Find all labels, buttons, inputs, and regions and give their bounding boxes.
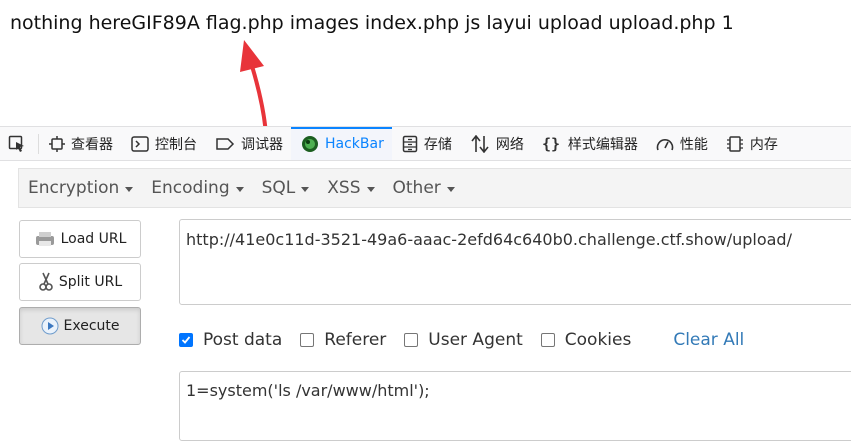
hackbar-icon [302, 135, 318, 152]
caret-down-icon [125, 186, 134, 192]
load-url-button[interactable]: Load URL [19, 220, 141, 258]
cookies-checkbox[interactable] [540, 333, 555, 347]
menu-xss[interactable]: XSS [318, 178, 383, 198]
arrow-shaft [250, 64, 268, 136]
tab-debugger[interactable]: 调试器 [205, 127, 291, 160]
inspector-icon [49, 135, 65, 152]
url-input[interactable]: http://41e0c11d-3521-49a6-aaac-2efd64c64… [179, 219, 851, 305]
performance-icon [656, 138, 674, 150]
referer-label: Referer [324, 330, 387, 350]
element-picker-button[interactable] [0, 133, 39, 154]
clear-all-link[interactable]: Clear All [673, 330, 744, 350]
split-url-label: Split URL [58, 274, 123, 290]
check-icon [181, 336, 191, 344]
tab-memory[interactable]: 内存 [716, 127, 786, 160]
user-agent-label: User Agent [428, 330, 523, 350]
user-agent-option[interactable]: User Agent [404, 330, 523, 350]
execute-label: Execute [63, 318, 120, 334]
tab-label: 控制台 [155, 136, 197, 153]
tab-performance[interactable]: 性能 [646, 127, 716, 160]
tab-label: HackBar [325, 135, 384, 152]
hackbar-menu: Encryption Encoding SQL XSS Other [18, 168, 851, 208]
menu-other[interactable]: Other [384, 178, 464, 198]
post-data-input[interactable]: 1=system('ls /var/www/html'); [179, 371, 851, 441]
arrow-head [240, 40, 264, 72]
tab-label: 性能 [679, 136, 708, 153]
tab-style-editor[interactable]: {} 样式编辑器 [532, 127, 646, 160]
tab-label: 样式编辑器 [567, 136, 638, 153]
cookies-option[interactable]: Cookies [540, 330, 632, 350]
memory-icon [726, 135, 743, 152]
post-data-checkbox[interactable] [179, 333, 193, 347]
caret-down-icon [366, 186, 375, 192]
post-data-option[interactable]: Post data [179, 330, 282, 350]
tab-label: 内存 [749, 136, 778, 153]
menu-label: Encryption [28, 178, 120, 198]
style-editor-icon: {} [542, 135, 560, 153]
tab-storage[interactable]: 存储 [392, 127, 460, 160]
user-agent-checkbox[interactable] [404, 333, 419, 347]
network-icon [471, 134, 489, 153]
menu-sql[interactable]: SQL [253, 178, 319, 198]
tab-console[interactable]: 控制台 [121, 127, 205, 160]
tab-hackbar[interactable]: HackBar [291, 127, 392, 160]
tab-label: 查看器 [71, 136, 113, 153]
menu-encryption[interactable]: Encryption [19, 178, 142, 198]
caret-down-icon [235, 186, 244, 192]
menu-encoding[interactable]: Encoding [142, 178, 252, 198]
tab-inspector[interactable]: 查看器 [39, 127, 121, 160]
caret-down-icon [446, 186, 455, 192]
tab-label: 存储 [423, 136, 452, 153]
referer-checkbox[interactable] [300, 333, 315, 347]
request-options: Post data Referer User Agent Cookies Cle… [179, 328, 744, 352]
tab-network[interactable]: 网络 [460, 127, 532, 160]
devtools-toolbar: 查看器 控制台 调试器 HackBar 存储 网络 {} 样式编辑器 性能 内存 [0, 126, 851, 161]
post-data-label: Post data [203, 330, 283, 350]
caret-down-icon [301, 186, 310, 192]
debugger-icon [216, 137, 235, 150]
svg-text:{}: {} [542, 135, 560, 153]
menu-label: Encoding [151, 178, 230, 198]
cookies-label: Cookies [564, 330, 632, 350]
menu-label: XSS [327, 178, 361, 198]
storage-icon [402, 135, 418, 152]
load-url-icon [35, 232, 54, 246]
play-icon [41, 317, 58, 335]
console-icon [131, 135, 149, 152]
menu-label: Other [392, 178, 441, 198]
tab-label: 调试器 [241, 136, 283, 153]
tab-label: 网络 [495, 136, 524, 153]
execute-button[interactable]: Execute [19, 307, 141, 345]
split-url-button[interactable]: Split URL [19, 263, 141, 301]
element-picker-icon [8, 135, 24, 152]
load-url-label: Load URL [60, 231, 127, 247]
menu-label: SQL [261, 178, 296, 198]
scissors-icon [39, 272, 53, 291]
annotation-arrow [240, 40, 268, 136]
referer-option[interactable]: Referer [300, 330, 386, 350]
